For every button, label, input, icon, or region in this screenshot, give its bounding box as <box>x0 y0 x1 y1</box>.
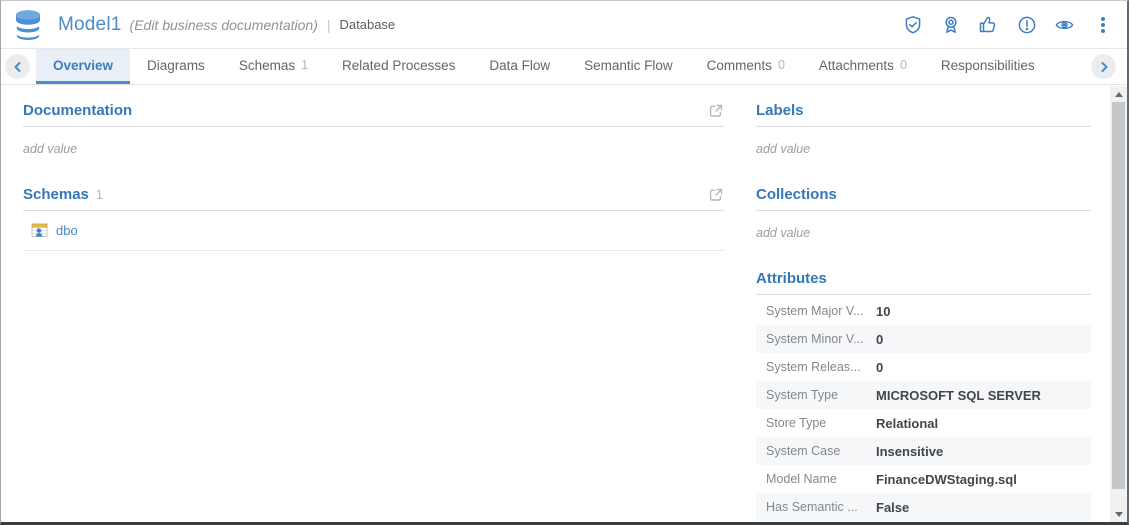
schema-table-user-icon <box>31 222 48 239</box>
attributes-table: System Major V...10System Minor V...0Sys… <box>756 297 1091 525</box>
documentation-section-header: Documentation <box>23 102 724 127</box>
labels-title: Labels <box>756 102 804 119</box>
tabs-scroll-left-button[interactable] <box>5 54 30 79</box>
attribute-row: System TypeMICROSOFT SQL SERVER <box>756 381 1091 409</box>
attribute-label: System Releas... <box>766 360 876 374</box>
attribute-row: System Releas...0 <box>756 353 1091 381</box>
tab-label: Semantic Flow <box>584 58 673 73</box>
tab-responsibilities[interactable]: Responsibilities <box>924 49 1052 84</box>
tab-label: Diagrams <box>147 58 205 73</box>
attribute-row: Store TypeRelational <box>756 409 1091 437</box>
attributes-section-header: Attributes <box>756 270 1091 295</box>
collections-section: Collections add value <box>756 186 1091 240</box>
attribute-label: Model Name <box>766 472 876 486</box>
attribute-row: System CaseInsensitive <box>756 437 1091 465</box>
tab-count: 0 <box>900 58 907 72</box>
tab-label: Related Processes <box>342 58 455 73</box>
header: Model1 (Edit business documentation) | D… <box>1 1 1127 49</box>
tab-count: 1 <box>301 58 308 72</box>
attribute-label: System Type <box>766 388 876 402</box>
attribute-label: Store Type <box>766 416 876 430</box>
labels-section: Labels add value <box>756 102 1091 156</box>
tab-label: Schemas <box>239 58 295 73</box>
schemas-section-header: Schemas 1 <box>23 186 724 211</box>
database-icon <box>12 8 44 42</box>
tab-label: Comments <box>707 58 772 73</box>
attribute-value: 0 <box>876 332 883 347</box>
schemas-section: Schemas 1 <box>23 186 724 251</box>
tab-overview[interactable]: Overview <box>36 49 130 84</box>
documentation-section: Documentation add value <box>23 102 724 156</box>
edit-business-documentation-link[interactable]: (Edit business documentation) <box>130 17 318 33</box>
attribute-row: Model NameFinanceDWStaging.sql <box>756 465 1091 493</box>
schemas-count: 1 <box>96 188 103 202</box>
attribute-value: Relational <box>876 416 938 431</box>
content-area: Documentation add value Schemas 1 <box>1 86 1127 522</box>
tab-label: Responsibilities <box>941 58 1035 73</box>
kebab-menu-icon[interactable] <box>1092 14 1113 35</box>
documentation-add-value[interactable]: add value <box>23 142 724 156</box>
attribute-value: Insensitive <box>876 444 943 459</box>
object-type-label: Database <box>340 17 396 32</box>
attributes-title: Attributes <box>756 270 827 287</box>
tab-attachments[interactable]: Attachments 0 <box>802 49 924 84</box>
page-title: Model1 <box>58 14 122 36</box>
award-icon[interactable] <box>940 14 961 35</box>
vertical-scrollbar[interactable] <box>1110 86 1127 522</box>
schema-list-item-dbo[interactable]: dbo <box>23 211 724 251</box>
attribute-row: System Major V...10 <box>756 297 1091 325</box>
tab-schemas[interactable]: Schemas 1 <box>222 49 325 84</box>
tab-comments[interactable]: Comments 0 <box>690 49 802 84</box>
schema-name: dbo <box>56 223 78 238</box>
attribute-value: FinanceDWStaging.sql <box>876 472 1017 487</box>
attributes-section: Attributes System Major V...10System Min… <box>756 270 1091 525</box>
attribute-value: MICROSOFT SQL SERVER <box>876 388 1041 403</box>
tab-label: Data Flow <box>489 58 550 73</box>
tab-count: 0 <box>778 58 785 72</box>
tab-semantic-flow[interactable]: Semantic Flow <box>567 49 690 84</box>
tab-bar: Overview Diagrams Schemas 1 Related Processe… <box>1 49 1127 85</box>
tabs-scroll-right-button[interactable] <box>1091 54 1116 79</box>
attribute-row: Has Semantic ...False <box>756 493 1091 521</box>
attribute-label: System Case <box>766 444 876 458</box>
scrollbar-up-button[interactable] <box>1110 86 1127 102</box>
schemas-expand-icon[interactable] <box>708 187 724 203</box>
thumbs-up-icon[interactable] <box>978 14 999 35</box>
collections-add-value[interactable]: add value <box>756 226 1091 240</box>
triangle-up-icon <box>1115 92 1123 97</box>
attribute-value: 0 <box>876 360 883 375</box>
attribute-row: Has Semantic...False <box>756 521 1091 525</box>
tab-related-processes[interactable]: Related Processes <box>325 49 472 84</box>
header-separator: | <box>327 17 331 33</box>
labels-add-value[interactable]: add value <box>756 142 1091 156</box>
eye-icon[interactable] <box>1054 14 1075 35</box>
documentation-title: Documentation <box>23 102 132 119</box>
left-column: Documentation add value Schemas 1 <box>23 86 724 251</box>
collections-title: Collections <box>756 186 837 203</box>
attribute-value: False <box>876 500 909 515</box>
scrollbar-down-button[interactable] <box>1110 506 1127 522</box>
tab-data-flow[interactable]: Data Flow <box>472 49 567 84</box>
labels-section-header: Labels <box>756 102 1091 127</box>
shield-check-icon[interactable] <box>902 14 923 35</box>
scrollbar-thumb[interactable] <box>1112 102 1125 489</box>
attribute-label: System Major V... <box>766 304 876 318</box>
attribute-row: System Minor V...0 <box>756 325 1091 353</box>
triangle-down-icon <box>1115 512 1123 517</box>
collections-section-header: Collections <box>756 186 1091 211</box>
alert-circle-icon[interactable] <box>1016 14 1037 35</box>
right-column: Labels add value Collections add value A… <box>756 86 1091 525</box>
tab-label: Attachments <box>819 58 894 73</box>
attribute-label: System Minor V... <box>766 332 876 346</box>
header-action-icons <box>902 14 1127 35</box>
documentation-expand-icon[interactable] <box>708 103 724 119</box>
tab-label: Overview <box>53 58 113 73</box>
schemas-title: Schemas <box>23 186 89 203</box>
attribute-value: 10 <box>876 304 890 319</box>
tab-list: Overview Diagrams Schemas 1 Related Processe… <box>36 49 1052 84</box>
model-overview-window: Model1 (Edit business documentation) | D… <box>0 0 1129 525</box>
attribute-label: Has Semantic ... <box>766 500 876 514</box>
tab-diagrams[interactable]: Diagrams <box>130 49 222 84</box>
